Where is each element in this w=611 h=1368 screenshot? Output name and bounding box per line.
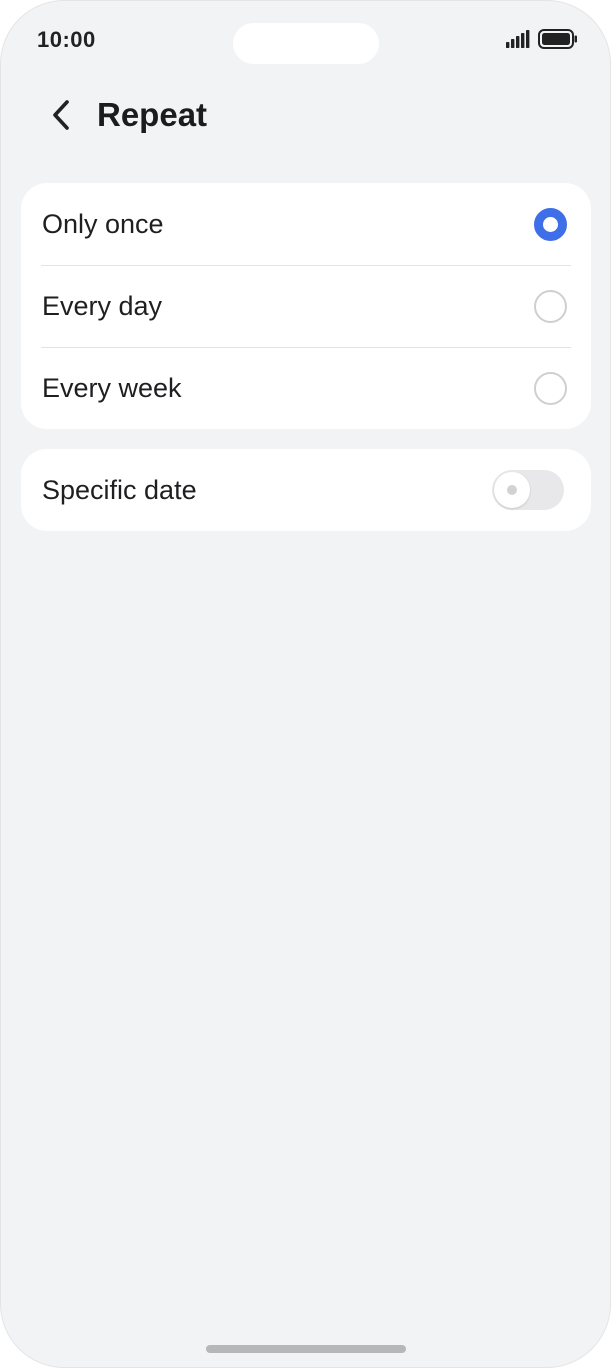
radio-unselected[interactable] xyxy=(534,289,567,323)
page-title: Repeat xyxy=(97,96,208,133)
cellular-signal-icon xyxy=(506,30,530,48)
option-every-week[interactable]: Every week xyxy=(21,347,591,429)
phone-screen: 10:00 Repeat Only once Every day Every w… xyxy=(0,0,611,1368)
option-label: Every week xyxy=(42,372,182,403)
option-label: Every day xyxy=(42,290,163,321)
option-label: Only once xyxy=(42,208,164,239)
specific-date-label: Specific date xyxy=(42,474,197,505)
repeat-options-card: Only once Every day Every week xyxy=(21,183,591,429)
specific-date-card: Specific date xyxy=(21,449,591,531)
battery-full-icon xyxy=(538,29,577,49)
toggle-off-dot xyxy=(507,485,517,495)
home-indicator[interactable] xyxy=(206,1345,406,1353)
radio-selected[interactable] xyxy=(534,207,567,241)
option-every-day[interactable]: Every day xyxy=(21,265,591,347)
chevron-left-icon xyxy=(53,100,69,130)
option-only-once[interactable]: Only once xyxy=(21,183,591,265)
specific-date-row[interactable]: Specific date xyxy=(21,449,591,531)
radio-unselected[interactable] xyxy=(534,371,567,405)
toggle-knob xyxy=(494,472,530,508)
specific-date-toggle[interactable] xyxy=(492,470,564,510)
camera-notch xyxy=(233,23,379,64)
back-button[interactable] xyxy=(41,95,81,135)
status-time: 10:00 xyxy=(37,27,96,52)
